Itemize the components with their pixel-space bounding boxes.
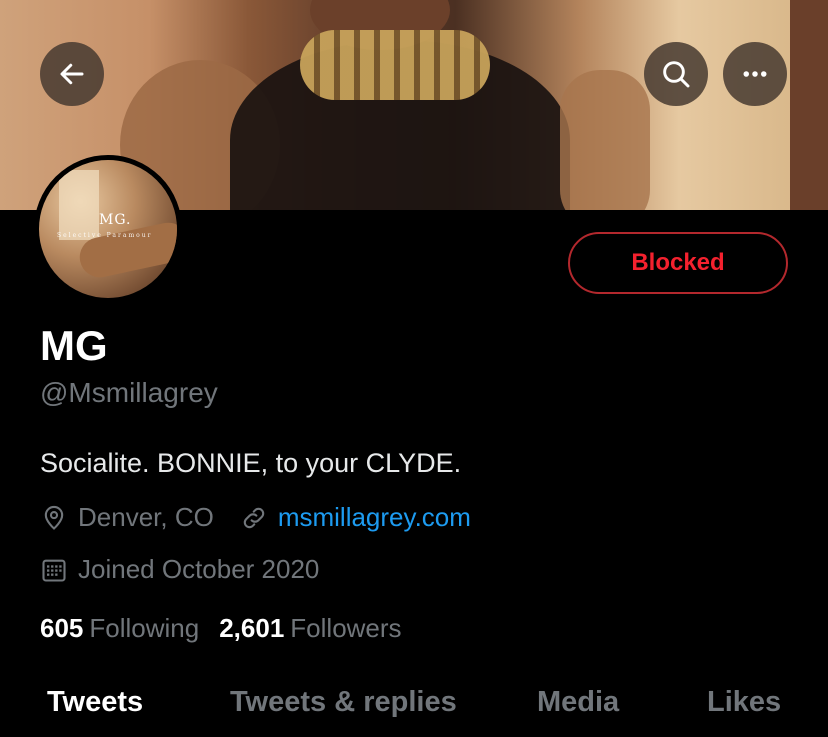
more-icon <box>740 59 770 89</box>
follow-stats: 605 Following 2,601 Followers <box>40 613 422 644</box>
arrow-left-icon <box>57 59 87 89</box>
back-button[interactable] <box>40 42 104 106</box>
following-label: Following <box>89 613 200 643</box>
search-icon <box>660 58 692 90</box>
website-link[interactable]: msmillagrey.com <box>278 502 471 533</box>
calendar-icon <box>40 556 68 584</box>
joined-text: Joined October 2020 <box>78 554 320 584</box>
followers-count: 2,601 <box>219 613 285 643</box>
location-pin-icon <box>40 504 68 532</box>
following-link[interactable]: 605 Following <box>40 613 199 644</box>
profile-name: MG <box>40 322 108 369</box>
banner-art <box>790 0 828 210</box>
tab-tweets-and-replies[interactable]: Tweets & replies <box>230 686 457 719</box>
avatar-logo-text: MG. <box>99 212 132 228</box>
following-count: 605 <box>40 613 84 643</box>
location-item: Denver, CO <box>40 502 214 533</box>
avatar-art <box>59 170 99 240</box>
profile-handle: @Msmillagrey <box>40 377 218 408</box>
profile-bio: Socialite. BONNIE, to your CLYDE. <box>40 448 462 478</box>
tab-media[interactable]: Media <box>537 686 619 719</box>
banner-art <box>300 30 490 100</box>
avatar-logo-subtext: Selective Paramour <box>57 232 153 239</box>
profile-meta-row: Denver, CO msmillagrey.com <box>40 502 497 533</box>
website-item[interactable]: msmillagrey.com <box>240 502 471 533</box>
avatar[interactable]: MG. Selective Paramour <box>34 155 182 303</box>
blocked-button[interactable]: Blocked <box>568 232 788 294</box>
followers-link[interactable]: 2,601 Followers <box>219 613 401 644</box>
search-button[interactable] <box>644 42 708 106</box>
link-icon <box>240 504 268 532</box>
banner-art <box>560 70 650 210</box>
followers-label: Followers <box>290 613 402 643</box>
location-text: Denver, CO <box>78 502 214 532</box>
tab-tweets[interactable]: Tweets <box>47 686 143 719</box>
joined-item: Joined October 2020 <box>40 554 319 585</box>
more-button[interactable] <box>723 42 787 106</box>
profile-meta-row: Joined October 2020 <box>40 554 345 585</box>
tab-likes[interactable]: Likes <box>707 686 781 719</box>
profile-tabs: Tweets Tweets & replies Media Likes <box>0 682 828 737</box>
